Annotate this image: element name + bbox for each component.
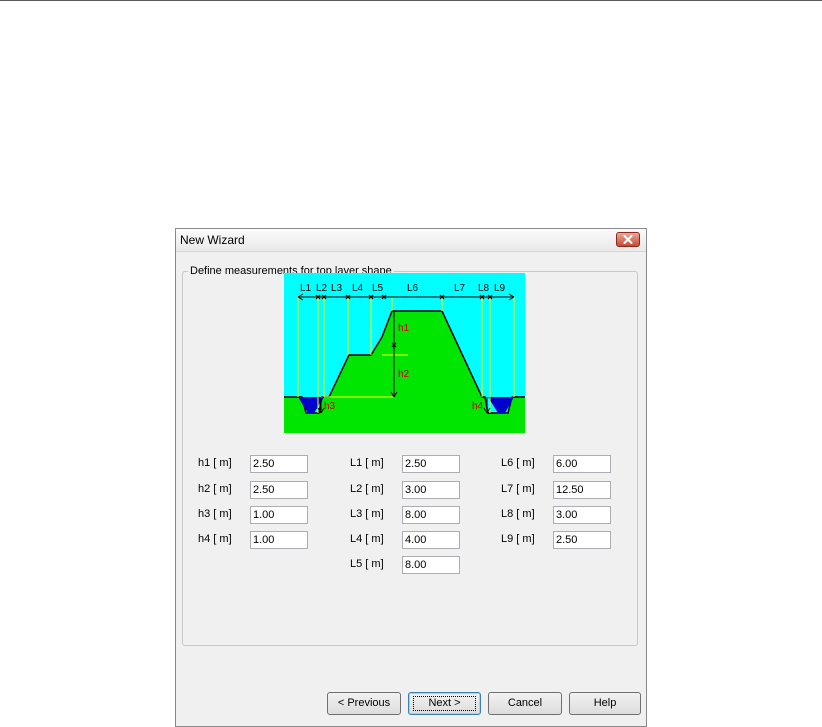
window-title: New Wizard: [180, 233, 245, 247]
cancel-button-label: Cancel: [507, 697, 543, 709]
L8-label: L8 [ m]: [501, 508, 535, 520]
top-border-line: [0, 0, 822, 1]
label-h2: h2: [398, 369, 410, 380]
L7-label: L7 [ m]: [501, 483, 535, 495]
h4-label: h4 [ m]: [198, 533, 232, 545]
label-h3: h3: [324, 401, 336, 412]
cancel-button[interactable]: Cancel: [488, 692, 562, 715]
label-h1: h1: [398, 323, 410, 334]
label-L9: L9: [494, 283, 506, 294]
L4-input[interactable]: [402, 531, 460, 549]
L3-input[interactable]: [402, 506, 460, 524]
L1-label: L1 [ m]: [350, 457, 384, 469]
L2-input[interactable]: [402, 481, 460, 499]
h1-input[interactable]: [250, 455, 308, 473]
h4-input[interactable]: [250, 531, 308, 549]
L5-label: L5 [ m]: [350, 558, 384, 570]
close-icon: [623, 235, 633, 244]
label-L3: L3: [331, 283, 343, 294]
title-bar[interactable]: New Wizard: [176, 229, 646, 252]
L9-label: L9 [ m]: [501, 533, 535, 545]
L8-input[interactable]: [553, 506, 611, 524]
L2-label: L2 [ m]: [350, 483, 384, 495]
previous-button[interactable]: < Previous: [327, 692, 401, 715]
L6-input[interactable]: [553, 455, 611, 473]
h1-label: h1 [ m]: [198, 457, 232, 469]
label-L5: L5: [372, 283, 384, 294]
h3-label: h3 [ m]: [198, 508, 232, 520]
label-L2: L2: [316, 283, 328, 294]
label-L4: L4: [352, 283, 364, 294]
close-button[interactable]: [616, 232, 640, 247]
previous-button-label: < Previous: [337, 697, 391, 709]
help-button[interactable]: Help: [569, 692, 641, 715]
label-L6: L6: [407, 283, 419, 294]
label-h4: h4: [472, 401, 484, 412]
label-L1: L1: [300, 283, 312, 294]
L7-input[interactable]: [553, 481, 611, 499]
L1-input[interactable]: [402, 455, 460, 473]
label-L7: L7: [454, 283, 466, 294]
focus-rectangle: [413, 696, 476, 711]
h2-input[interactable]: [250, 481, 308, 499]
help-button-label: Help: [593, 697, 617, 709]
h3-input[interactable]: [250, 506, 308, 524]
next-button[interactable]: Next >: [408, 692, 481, 715]
L6-label: L6 [ m]: [501, 457, 535, 469]
L5-input[interactable]: [402, 556, 460, 574]
top-layer-shape-diagram: L1 L2 L3 L4 L5 L6 L7 L8 L9 h1 h2 h3 h4: [284, 273, 525, 433]
L4-label: L4 [ m]: [350, 533, 384, 545]
label-L8: L8: [478, 283, 490, 294]
h2-label: h2 [ m]: [198, 483, 232, 495]
L3-label: L3 [ m]: [350, 508, 384, 520]
L9-input[interactable]: [553, 531, 611, 549]
new-wizard-dialog: New Wizard Define measurements for top l…: [175, 228, 647, 727]
